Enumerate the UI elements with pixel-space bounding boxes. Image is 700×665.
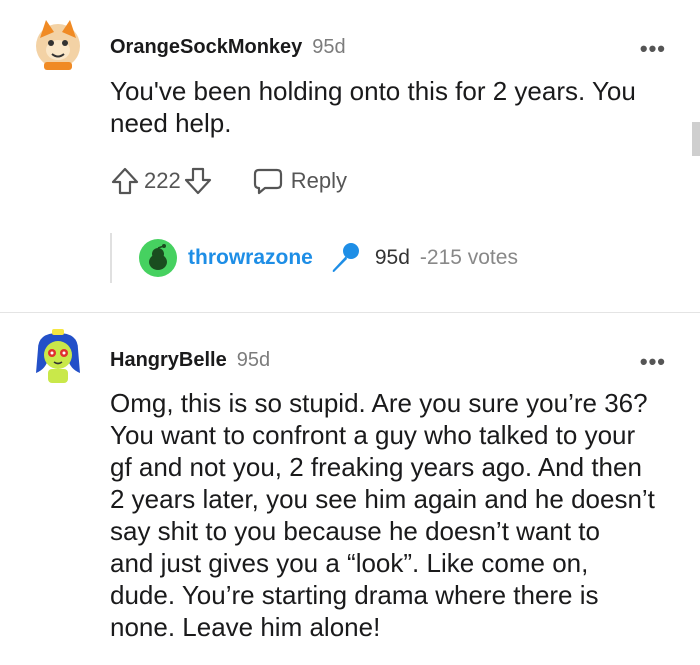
comment-timestamp: 95d (236, 349, 271, 371)
comment-body-line: gf and not you, 2 freaking years ago. An… (110, 452, 642, 482)
vote-score: 222 (144, 168, 181, 193)
scrollbar-thumb[interactable] (692, 122, 700, 156)
monkey-avatar-icon[interactable] (30, 16, 86, 72)
thread-line[interactable] (110, 233, 112, 283)
comment-timestamp: 95d (312, 36, 346, 58)
comment-actions: 222 Reply (110, 163, 347, 199)
comment-body-line: Omg, this is so stupid. Are you sure you… (110, 388, 648, 418)
comment: HangryBelle 95d ••• Omg, this is so stup… (0, 313, 700, 665)
downvote-icon[interactable] (183, 166, 213, 196)
speech-bubble-icon (253, 168, 282, 195)
collapsed-reply-votes: -215 votes (419, 246, 518, 269)
comment-body-line: and just gives you a “look”. Like come o… (110, 548, 589, 578)
more-options-button[interactable]: ••• (640, 349, 666, 375)
comment-body: Omg, this is so stupid. Are you sure you… (110, 387, 680, 643)
reply-label: Reply (290, 168, 347, 193)
comment-body-line: need help. (110, 108, 232, 138)
comment-body-line: say shit to you because he doesn’t want … (110, 516, 600, 546)
reply-button[interactable]: Reply (253, 167, 347, 195)
upvote-icon[interactable] (110, 166, 140, 196)
girl-avatar-icon[interactable] (30, 329, 86, 385)
comment-body-line: You've been holding onto this for 2 year… (110, 76, 636, 106)
comment-author-line: HangryBelle 95d (110, 349, 270, 372)
collapsed-reply-timestamp: 95d (374, 246, 410, 269)
comment-body-line: 2 years later, you see him again and he … (110, 484, 655, 514)
more-options-button[interactable]: ••• (640, 36, 666, 62)
comment-body-line: none. Leave him alone! (110, 612, 381, 642)
comment-body-line: You want to confront a guy who talked to… (110, 420, 636, 450)
microphone-icon (332, 243, 359, 272)
collapsed-reply[interactable]: throwrazone 95d -215 votes (138, 238, 518, 278)
comment-username[interactable]: OrangeSockMonkey (110, 36, 302, 59)
comment: OrangeSockMonkey 95d ••• You've been hol… (0, 0, 700, 312)
comment-author-line: OrangeSockMonkey 95d (110, 36, 346, 59)
collapsed-reply-username[interactable]: throwrazone (188, 246, 313, 270)
snoo-avatar-icon (139, 239, 177, 277)
comment-body-line: dude. You’re starting drama where there … (110, 580, 599, 610)
comment-username[interactable]: HangryBelle (110, 349, 227, 372)
comment-body: You've been holding onto this for 2 year… (110, 75, 680, 139)
